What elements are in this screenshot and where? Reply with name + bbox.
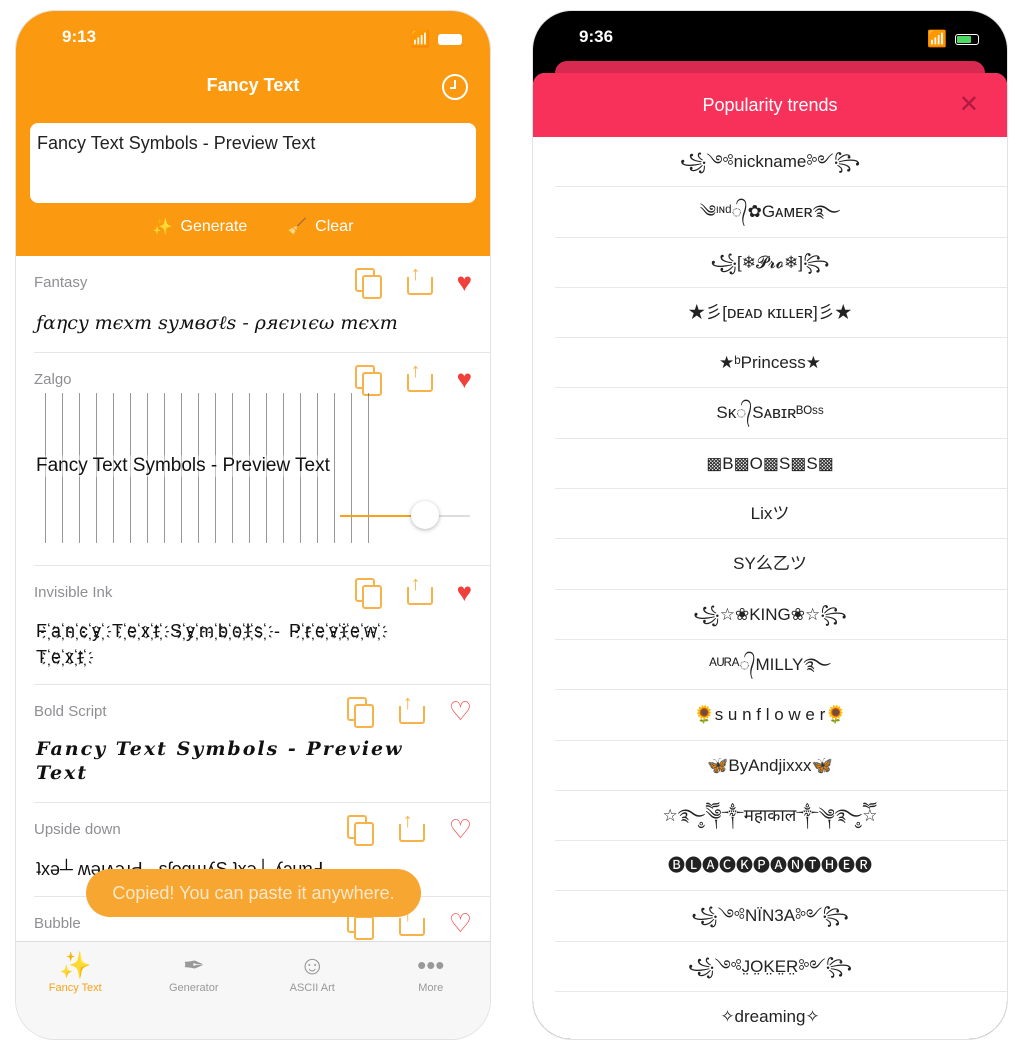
page-title: Fancy Text: [206, 75, 300, 95]
wifi-icon: 📶: [410, 31, 430, 48]
tab-more[interactable]: ••• More: [372, 942, 491, 1039]
battery-charging-icon: [955, 33, 979, 45]
status-icons: 📶: [927, 29, 979, 49]
heart-outline-icon[interactable]: ♡: [449, 698, 472, 724]
style-row-fantasy[interactable]: Fantasy ♥ ƒαηcy тєxт ѕумвσℓѕ - ρяєνιєω т…: [34, 256, 490, 353]
style-row-invisible-ink[interactable]: Invisible Ink ♥ F҉a҉n҉c҉y҉ T҉e҉x҉t҉ S҉y҉…: [34, 566, 490, 685]
zalgo-output: Fancy Text Symbols - Preview Text: [36, 393, 376, 543]
status-time: 9:13: [62, 27, 97, 46]
tab-generator[interactable]: ✒ Generator: [135, 942, 254, 1039]
style-output: Fancy Text Symbols - Preview Text: [36, 738, 404, 784]
trend-item[interactable]: Sᴋ᭄Sᴀʙɪʀᴮᴼˢˢ: [555, 388, 1007, 439]
trends-sheet: Popularity trends ✕ ꧁༺nickname༻꧂ ༄ᶦᶰᵈ᭄✿Gᴀ…: [533, 73, 1007, 1039]
trend-item[interactable]: ꧁༺J̤O̤K̤E̤R̤༻꧂: [555, 942, 1007, 993]
generate-button[interactable]: ✨ Generate: [153, 217, 248, 237]
broom-icon: 🧹: [287, 219, 308, 236]
sheet-title: Popularity trends: [702, 95, 838, 115]
trend-item[interactable]: 🦋ByAndjixxx🦋: [555, 741, 1007, 791]
trend-item[interactable]: 🅑🅛🅐🅒🅚🅟🅐🅝🅣🅗🅔🅡: [555, 841, 1007, 892]
style-row-bold-script[interactable]: Bold Script ♡ Fancy Text Symbols - Previ…: [34, 685, 490, 803]
share-icon[interactable]: [398, 810, 425, 842]
trend-item[interactable]: Lixツ: [555, 489, 1007, 540]
tab-bar: ✨ Fancy Text ✒ Generator ☺ ASCII Art ••• Mor…: [16, 941, 491, 1039]
style-label: Bubble: [34, 915, 81, 932]
share-icon[interactable]: [406, 360, 433, 392]
heart-outline-icon[interactable]: ♡: [449, 816, 472, 842]
trend-item[interactable]: ★彡[ᴅᴇᴀᴅ ᴋɪʟʟᴇʀ]彡★: [555, 288, 1007, 339]
style-output: F҉a҉n҉c҉y҉ T҉e҉x҉t҉ S҉y҉m҉b҉o҉l҉s҉ - P҉r…: [36, 621, 382, 667]
tab-fancy-text[interactable]: ✨ Fancy Text: [16, 942, 135, 1039]
style-label: Invisible Ink: [34, 584, 113, 601]
heart-outline-icon[interactable]: ♡: [449, 910, 472, 936]
clear-button[interactable]: 🧹 Clear: [287, 217, 353, 237]
intensity-slider[interactable]: [340, 501, 470, 529]
copy-icon[interactable]: [346, 815, 374, 846]
copy-icon[interactable]: [354, 268, 382, 299]
wifi-icon: 📶: [927, 31, 947, 48]
trend-item[interactable]: ꧁༺nickname༻꧂: [555, 137, 1007, 188]
trend-item[interactable]: ༄ᶦᶰᵈ᭄✿Gᴀᴍᴇʀ࿐: [555, 187, 1007, 238]
style-label: Upside down: [34, 821, 121, 838]
status-icons: 📶: [410, 29, 462, 49]
style-label: Bold Script: [34, 703, 107, 720]
header: 9:13 📶 Fancy Text Fancy Text Symbols - P…: [16, 11, 490, 256]
close-icon[interactable]: ✕: [959, 73, 979, 137]
copy-icon[interactable]: [346, 697, 374, 728]
trend-item[interactable]: ᴬᵁᴿᴬ᭄MILLY࿐: [555, 640, 1007, 691]
battery-icon: [438, 33, 462, 45]
magic-wand-icon: ✨: [59, 950, 92, 980]
share-icon[interactable]: [406, 573, 433, 605]
smiley-icon: ☺: [298, 950, 326, 980]
copy-icon[interactable]: [354, 365, 382, 396]
trend-item[interactable]: ★ᵇPrincess★: [555, 338, 1007, 389]
fancy-text-screen: 9:13 📶 Fancy Text Fancy Text Symbols - P…: [15, 10, 491, 1040]
trend-item[interactable]: ✧dreaming✧: [555, 992, 1007, 1039]
heart-filled-icon[interactable]: ♥: [457, 269, 472, 295]
share-icon[interactable]: [398, 692, 425, 724]
trend-list: ꧁༺nickname༻꧂ ༄ᶦᶰᵈ᭄✿Gᴀᴍᴇʀ࿐ ꧁[❄𝓟𝓻𝓸❄]꧂ ★彡[ᴅᴇᴀᴅ…: [533, 137, 1007, 1039]
style-row-zalgo[interactable]: Zalgo ♥ Fancy Text Symbols - Preview Tex…: [34, 353, 490, 566]
copy-icon[interactable]: [354, 578, 382, 609]
trend-item[interactable]: ꧁[❄𝓟𝓻𝓸❄]꧂: [555, 238, 1007, 288]
style-output: ƒαηcy тєxт ѕумвσℓѕ - ρяєνιєω тєxт: [36, 312, 398, 334]
feather-icon: ✒: [182, 950, 205, 980]
trend-item[interactable]: ☆࿐ཽ༵༆༒महाकाल༒༆࿐ཽ༵☆: [555, 791, 1007, 842]
trend-item[interactable]: ▩B▩O▩S▩S▩: [555, 439, 1007, 490]
trend-item[interactable]: 🌻s u n f l o w e r🌻: [555, 690, 1007, 741]
heart-filled-icon[interactable]: ♥: [457, 366, 472, 392]
heart-filled-icon[interactable]: ♥: [457, 579, 472, 605]
popularity-trends-screen: 9:36 📶 Popularity trends ✕ ꧁༺nickname༻꧂ ༄…: [532, 10, 1008, 1040]
style-label: Zalgo: [34, 371, 72, 388]
status-time: 9:36: [579, 27, 614, 46]
magic-wand-icon: ✨: [152, 219, 173, 236]
copied-toast: Copied! You can paste it anywhere.: [86, 869, 421, 917]
trend-item[interactable]: SY么乙ツ: [555, 539, 1007, 590]
share-icon[interactable]: [406, 263, 433, 295]
text-input[interactable]: Fancy Text Symbols - Preview Text: [30, 123, 476, 203]
trend-item[interactable]: ꧁☆❀KING❀☆꧂: [555, 590, 1007, 640]
sheet-header: Popularity trends ✕: [533, 73, 1007, 137]
trend-item[interactable]: ꧁༺NÏN3A༻꧂: [555, 891, 1007, 942]
style-label: Fantasy: [34, 274, 88, 291]
history-icon[interactable]: [442, 74, 468, 100]
tab-ascii-art[interactable]: ☺ ASCII Art: [253, 942, 372, 1039]
more-icon: •••: [417, 950, 445, 980]
